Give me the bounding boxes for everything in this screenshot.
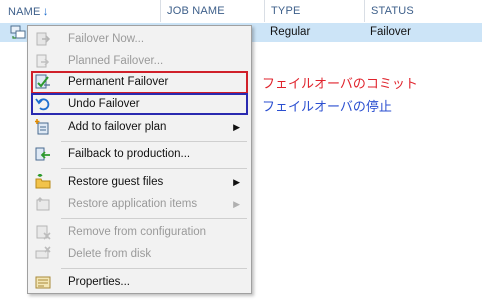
column-header-status[interactable]: STATUS (364, 0, 482, 22)
failover-now-icon (36, 32, 51, 46)
menu-item-permanent-failover[interactable]: Permanent Failover (31, 71, 248, 94)
failback-icon (35, 147, 50, 161)
menu-separator (61, 218, 247, 219)
menu-separator (61, 141, 247, 142)
menu-item-planned-failover[interactable]: Planned Failover... (31, 51, 248, 71)
annotation-permanent-failover: フェイルオーバのコミット (262, 77, 418, 92)
table-header: NAME ↓ JOB NAME TYPE STATUS (0, 0, 482, 22)
annotation-undo-failover: フェイルオーバの停止 (262, 100, 392, 115)
menu-item-failover-now[interactable]: Failover Now... (31, 29, 248, 49)
column-header-name[interactable]: NAME ↓ (0, 0, 160, 22)
context-menu: Failover Now... Planned Failover... Perm… (27, 25, 252, 294)
menu-item-restore-guest-files[interactable]: Restore guest files ▶ (31, 172, 248, 192)
row-type: Regular (270, 26, 311, 38)
submenu-arrow-icon: ▶ (233, 122, 240, 132)
restore-files-icon (35, 174, 51, 189)
menu-item-failback-to-production[interactable]: Failback to production... (31, 144, 248, 164)
column-header-type[interactable]: TYPE (264, 0, 364, 22)
menu-item-delete-from-disk[interactable]: Delete from disk (31, 244, 248, 264)
undo-failover-icon (35, 98, 50, 111)
menu-item-restore-application-items[interactable]: Restore application items ▶ (31, 194, 248, 214)
row-status: Failover (370, 26, 411, 38)
sort-down-arrow-icon: ↓ (42, 4, 49, 18)
restore-app-items-icon (36, 197, 50, 211)
add-to-plan-icon (35, 119, 49, 135)
planned-failover-icon (36, 54, 50, 68)
menu-item-remove-from-configuration[interactable]: Remove from configuration (31, 222, 248, 242)
remove-config-icon (36, 225, 51, 240)
menu-separator (61, 168, 247, 169)
menu-item-add-to-failover-plan[interactable]: Add to failover plan ▶ (31, 117, 248, 137)
column-header-job-name[interactable]: JOB NAME (160, 0, 264, 22)
menu-item-properties[interactable]: Properties... (31, 272, 248, 292)
menu-separator (61, 268, 247, 269)
delete-disk-icon (35, 246, 51, 259)
permanent-failover-icon (35, 74, 50, 89)
submenu-arrow-icon: ▶ (233, 199, 240, 209)
menu-item-undo-failover[interactable]: Undo Failover (31, 93, 248, 115)
properties-icon (35, 276, 51, 289)
submenu-arrow-icon: ▶ (233, 177, 240, 187)
vm-replica-icon (10, 25, 26, 39)
